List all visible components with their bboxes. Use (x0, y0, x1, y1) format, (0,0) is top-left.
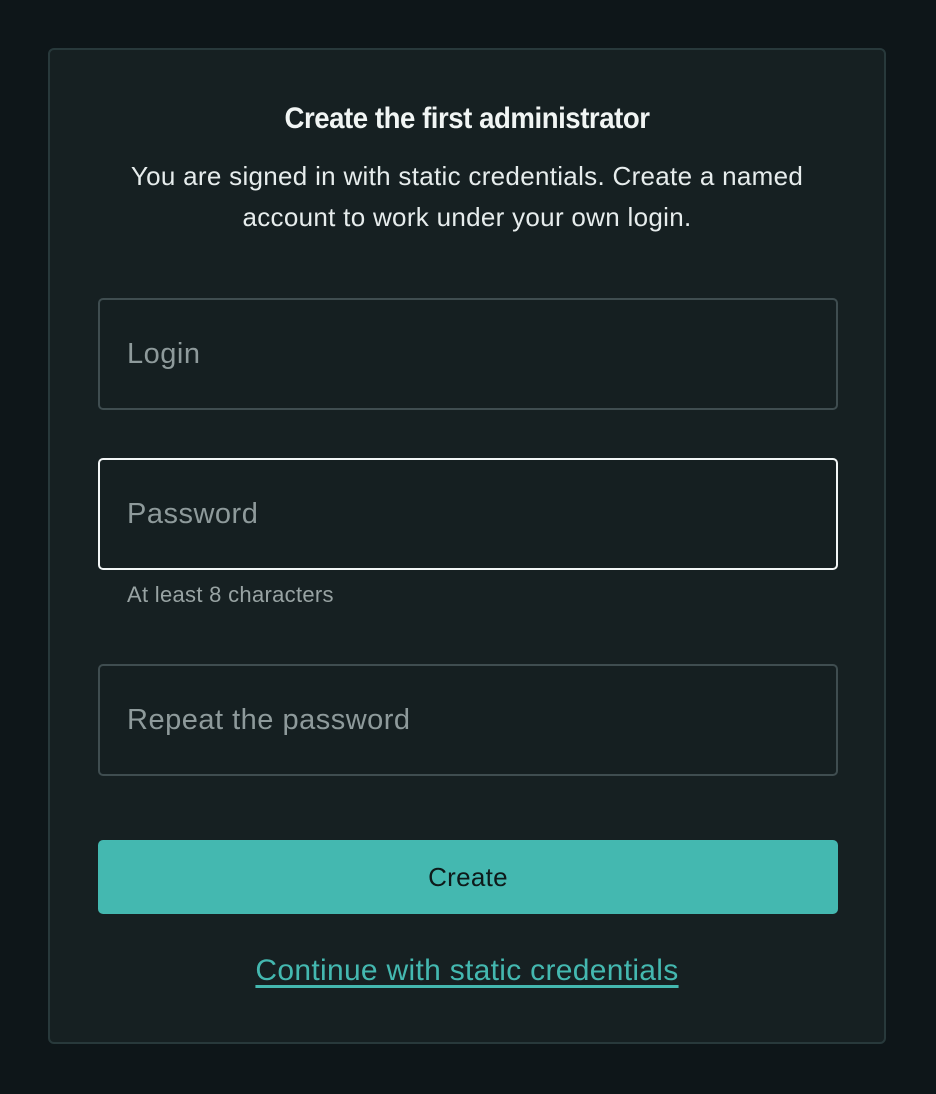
password-helper-text: At least 8 characters (127, 582, 334, 607)
page-subtitle: You are signed in with static credential… (130, 161, 804, 232)
repeat-password-input[interactable] (98, 664, 838, 776)
continue-static-credentials-link[interactable]: Continue with static credentials (50, 954, 884, 988)
create-button[interactable]: Create (98, 840, 838, 914)
admin-setup-card: Create the first administrator You are s… (48, 48, 886, 1044)
password-input[interactable] (98, 458, 838, 570)
login-input[interactable] (98, 298, 838, 410)
page-title: Create the first administrator (284, 102, 650, 135)
